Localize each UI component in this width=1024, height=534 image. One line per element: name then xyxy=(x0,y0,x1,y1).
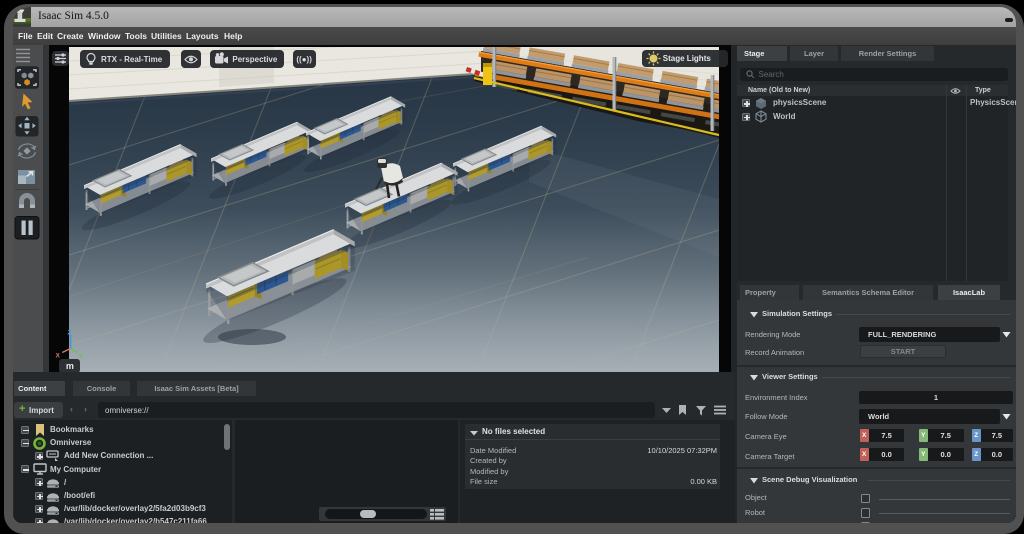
svg-text:Z: Z xyxy=(68,329,72,336)
svg-text:Y: Y xyxy=(79,353,84,360)
svg-text:X: X xyxy=(56,352,61,359)
